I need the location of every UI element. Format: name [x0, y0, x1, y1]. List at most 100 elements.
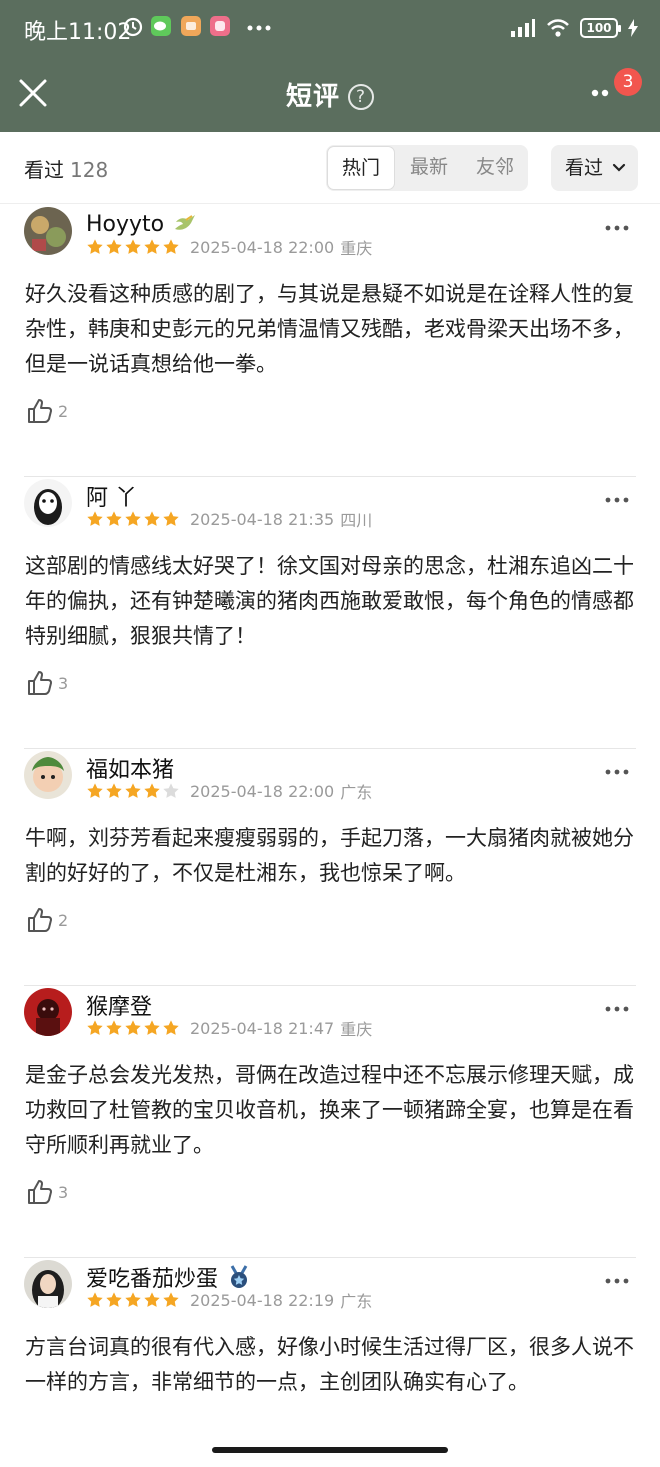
more-options-icon[interactable] [604, 1276, 630, 1286]
more-options-icon[interactable] [604, 495, 630, 505]
review-text: 这部剧的情感线太好哭了！徐文国对母亲的思念，杜湘东追凶二十年的偏执，还有钟楚曦演… [25, 554, 634, 648]
wifi-icon [547, 19, 569, 37]
star-filled-icon [125, 783, 141, 798]
star-filled-icon [144, 511, 160, 526]
charging-icon [628, 19, 638, 37]
like-count: 3 [58, 673, 69, 693]
review-text: 是金子总会发光发热，哥俩在改造过程中还不忘展示修理天赋，成功救回了杜管教的宝贝收… [25, 1063, 634, 1157]
watched-filter-dropdown[interactable]: 看过 [551, 145, 638, 191]
notification-badge: 3 [614, 68, 642, 96]
star-filled-icon [144, 1292, 160, 1307]
tab-hot[interactable]: 热门 [327, 146, 395, 190]
rating-stars [86, 1019, 180, 1037]
review-location: 广东 [340, 783, 373, 802]
star-filled-icon [125, 511, 141, 526]
avatar[interactable] [24, 207, 72, 255]
star-filled-icon [106, 1020, 122, 1035]
review-item: 阿 丫 2025-04-18 21:35 四川 这部剧的情感线太好哭了！徐文国对… [0, 477, 660, 749]
watched-count: 看过 128 [24, 154, 108, 183]
like-button[interactable]: 3 [26, 669, 68, 697]
watched-count-label: 看过 [24, 158, 64, 182]
review-meta: 2025-04-18 22:19 广东 [86, 1289, 372, 1311]
tab-friends[interactable]: 友邻 [462, 145, 528, 191]
more-options-icon[interactable] [604, 1004, 630, 1014]
review-item: Hoyyto 2025-04-18 22:00 重庆 好久没看这种质感的剧了，与… [0, 205, 660, 477]
star-filled-icon [87, 239, 103, 254]
star-filled-icon [106, 511, 122, 526]
like-count: 2 [58, 910, 69, 930]
thumbs-up-icon [28, 671, 52, 695]
like-button[interactable]: 2 [26, 906, 68, 934]
more-options-icon[interactable] [604, 767, 630, 777]
page-title: 短评? [0, 76, 660, 113]
tab-latest[interactable]: 最新 [396, 145, 462, 191]
thumbs-up-icon [28, 399, 52, 423]
review-list: Hoyyto 2025-04-18 22:00 重庆 好久没看这种质感的剧了，与… [0, 205, 660, 1445]
review-meta: 2025-04-18 21:47 重庆 [86, 1017, 372, 1039]
review-meta: 2025-04-18 22:00 广东 [86, 780, 372, 802]
star-filled-icon [87, 783, 103, 798]
star-filled-icon [163, 511, 179, 526]
star-filled-icon [125, 239, 141, 254]
review-date: 2025-04-18 22:19 [190, 1290, 335, 1310]
avatar[interactable] [24, 751, 72, 799]
app-notification-icon [181, 16, 201, 36]
review-location: 广东 [340, 1292, 373, 1311]
review-text: 牛啊，刘芬芳看起来瘦瘦弱弱的，手起刀落，一大扇猪肉就被她分割的好好的了，不仅是杜… [25, 826, 634, 885]
review-location: 重庆 [340, 1020, 373, 1039]
rating-stars [86, 238, 180, 256]
watched-filter-label: 看过 [565, 157, 604, 179]
reviewer-name[interactable]: Hoyyto [86, 212, 164, 237]
avatar[interactable] [24, 479, 72, 527]
like-count: 2 [58, 401, 69, 421]
home-indicator[interactable] [212, 1447, 448, 1453]
rating-stars [86, 510, 180, 528]
page-title-text: 短评 [285, 82, 340, 112]
alarm-icon [123, 17, 143, 37]
review-date: 2025-04-18 21:35 [190, 509, 335, 529]
star-filled-icon [144, 239, 160, 254]
sort-segmented-control: 热门 最新 友邻 [326, 145, 528, 191]
review-item: 福如本猪 2025-04-18 22:00 广东 牛啊，刘芬芳看起来瘦瘦弱弱的，… [0, 749, 660, 986]
rating-stars [86, 782, 180, 800]
review-location: 重庆 [340, 239, 373, 258]
more-notifications-icon [247, 25, 271, 31]
review-date: 2025-04-18 22:00 [190, 781, 335, 801]
review-text: 好久没看这种质感的剧了，与其说是悬疑不如说是在诠释人性的复杂性，韩庚和史彭元的兄… [25, 282, 634, 376]
status-time: 晚上11:02 [24, 20, 132, 45]
star-filled-icon [163, 1020, 179, 1035]
like-button[interactable]: 2 [26, 397, 68, 425]
star-filled-icon [163, 1292, 179, 1307]
star-filled-icon [163, 239, 179, 254]
more-options-icon[interactable] [604, 223, 630, 233]
review-item: 猴摩登 2025-04-18 21:47 重庆 是金子总会发光发热，哥俩在改造过… [0, 986, 660, 1258]
bird-badge-icon [175, 215, 196, 230]
star-filled-icon [144, 1020, 160, 1035]
star-filled-icon [87, 1292, 103, 1307]
app-notification-icon-2 [210, 16, 230, 36]
review-meta: 2025-04-18 22:00 重庆 [86, 236, 372, 258]
medal-badge-icon [230, 1265, 248, 1288]
avatar[interactable] [24, 1260, 72, 1308]
status-right: 100 [510, 15, 638, 41]
avatar[interactable] [24, 988, 72, 1036]
star-empty-icon [163, 783, 179, 798]
review-location: 四川 [340, 511, 373, 530]
review-item: 爱吃番茄炒蛋 2025-04-18 22:19 广东 方言台词真的很有代入感，好… [0, 1258, 660, 1445]
review-text: 方言台词真的很有代入感，好像小时候生活过得厂区，很多人说不一样的方言，非常细节的… [25, 1335, 634, 1394]
status-bar: 晚上11:02 100 [0, 0, 660, 56]
like-count: 3 [58, 1182, 69, 1202]
signal-icon [511, 19, 535, 37]
star-filled-icon [87, 1020, 103, 1035]
wechat-notification-icon [151, 16, 171, 36]
review-meta: 2025-04-18 21:35 四川 [86, 508, 372, 530]
thumbs-up-icon [28, 1180, 52, 1204]
star-filled-icon [125, 1020, 141, 1035]
like-button[interactable]: 3 [26, 1178, 68, 1206]
rating-stars [86, 1291, 180, 1309]
star-filled-icon [106, 783, 122, 798]
star-filled-icon [125, 1292, 141, 1307]
star-filled-icon [106, 1292, 122, 1307]
review-date: 2025-04-18 22:00 [190, 237, 335, 257]
help-icon[interactable]: ? [348, 84, 374, 110]
